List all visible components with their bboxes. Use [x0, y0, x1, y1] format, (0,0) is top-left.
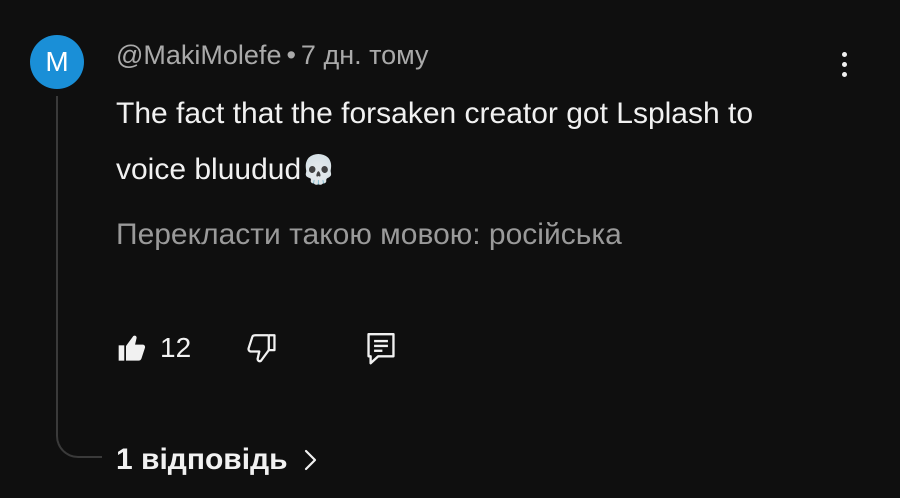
thread-line	[56, 96, 102, 458]
meta-separator: •	[286, 40, 296, 70]
dislike-button[interactable]	[244, 326, 278, 370]
translate-link[interactable]: Перекласти такою мовою: російська	[116, 218, 622, 252]
comment-meta: @MakiMolefe • 7 дн. тому	[116, 40, 429, 71]
comment-body: The fact that the forsaken creator got L…	[116, 97, 754, 186]
replies-toggle[interactable]: 1 відповідь	[116, 443, 318, 477]
author-handle[interactable]: @MakiMolefe	[116, 40, 281, 70]
replies-label: 1 відповідь	[116, 443, 288, 476]
more-options-button[interactable]	[826, 44, 862, 84]
thumbs-down-icon	[247, 334, 276, 363]
more-vertical-icon	[841, 51, 847, 77]
comment-actions: 12	[116, 326, 416, 370]
comment-time[interactable]: 7 дн. тому	[301, 40, 429, 70]
avatar[interactable]: M	[30, 35, 84, 89]
skull-emoji: 💀	[301, 154, 337, 185]
comment-text: The fact that the forsaken creator got L…	[116, 86, 756, 198]
reply-comment-icon	[367, 332, 395, 365]
chevron-right-icon	[304, 448, 318, 472]
avatar-letter: M	[45, 46, 69, 77]
thumbs-up-filled-icon	[118, 335, 146, 361]
like-button[interactable]: 12	[116, 326, 191, 370]
reply-button[interactable]	[364, 326, 398, 370]
like-count: 12	[160, 332, 192, 363]
